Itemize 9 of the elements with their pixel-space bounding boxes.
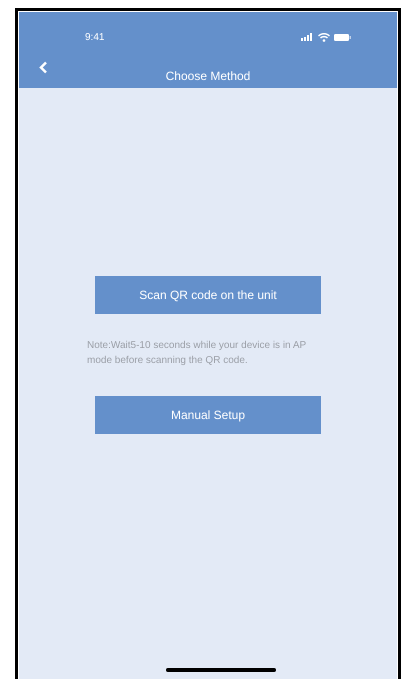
battery-icon [334,34,351,40]
manual-setup-button[interactable]: Manual Setup [95,396,321,434]
signal-icon [301,33,314,41]
wifi-icon [318,32,330,42]
status-time: 9:41 [85,30,104,44]
scan-qr-button[interactable]: Scan QR code on the unit [95,276,321,314]
screen-title: Choose Method [166,68,250,85]
note-text: Note:Wait5-10 seconds while your device is in AP mode before scanning the QR code. [87,339,307,368]
back-icon[interactable] [39,61,48,74]
